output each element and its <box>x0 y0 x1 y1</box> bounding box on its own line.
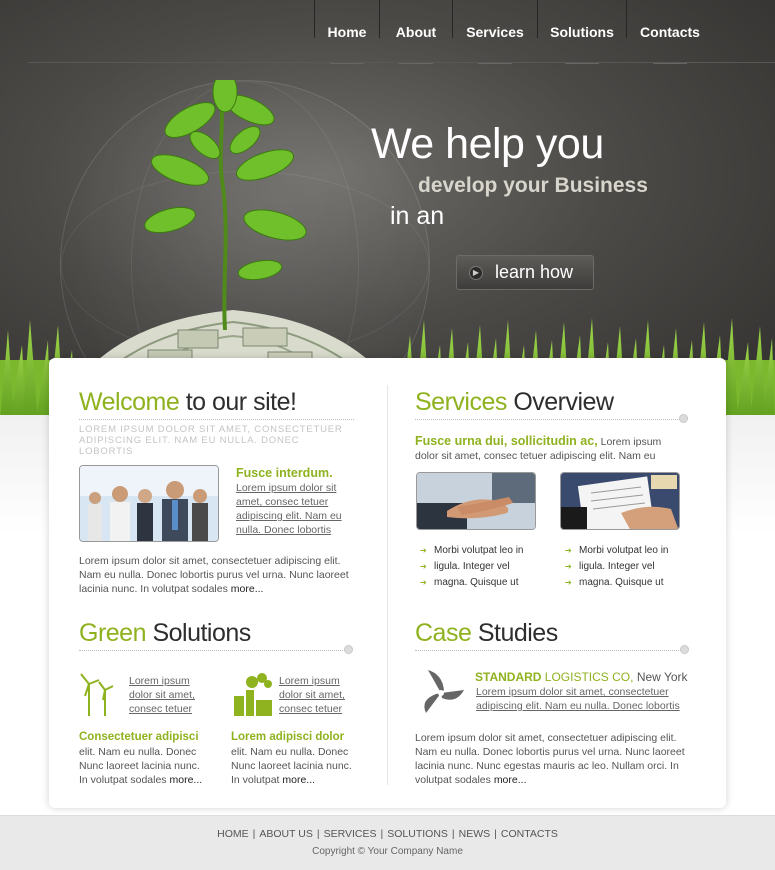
documents-photo <box>560 472 680 530</box>
list-item: Morbi volutpat leo in <box>420 543 524 559</box>
welcome-title: Welcome to our site! <box>79 388 297 417</box>
footer-separator: | <box>316 828 320 840</box>
welcome-body-text: Lorem ipsum dolor sit amet, consectetuer… <box>79 555 349 595</box>
green-item1-body: elit. Nam eu nulla. Donec Nunc laoreet l… <box>79 745 209 787</box>
business-people-image <box>80 466 218 541</box>
case-body-text: Lorem ipsum dolor sit amet, consectetuer… <box>415 732 685 786</box>
case-link[interactable]: Lorem ipsum dolor sit amet, consectetuer… <box>476 685 686 713</box>
footer: HOME | ABOUT US | SERVICES | SOLUTIONS | NEWS | CO… <box>0 815 775 870</box>
main-nav: Home About Services Solutions Contacts <box>314 0 713 64</box>
welcome-feature-link[interactable]: Lorem ipsum dolor sit amet, consec tetue… <box>236 481 351 537</box>
services-intro: Fusce urna dui, sollicitudin ac, Lorem i… <box>415 434 675 463</box>
learn-how-label: learn how <box>495 262 574 282</box>
nav-services[interactable]: Services <box>453 0 537 64</box>
footer-separator: | <box>380 828 384 840</box>
divider-end-dot <box>679 414 688 423</box>
hero-headline: We help you <box>371 120 604 168</box>
handshake-photo <box>416 472 536 530</box>
handshake-image <box>417 473 535 529</box>
services-divider <box>415 419 680 420</box>
welcome-divider <box>79 419 354 420</box>
case-studies-title-green: Case <box>415 619 472 647</box>
nav-about[interactable]: About <box>380 0 452 64</box>
welcome-more-link[interactable]: more... <box>231 583 264 595</box>
green-solutions-divider <box>79 650 349 651</box>
case-studies-divider <box>415 650 685 651</box>
services-list-right: Morbi volutpat leo in ligula. Integer ve… <box>565 543 669 591</box>
case-company-green: LOGISTICS CO, <box>544 670 634 684</box>
green-item1-more-link[interactable]: more... <box>169 774 202 786</box>
company-logo-icon <box>424 670 464 713</box>
footer-link-home[interactable]: HOME <box>217 828 249 840</box>
list-item: ligula. Integer vel <box>565 559 669 575</box>
nav-home[interactable]: Home <box>315 0 379 64</box>
case-studies-title-rest: Studies <box>477 619 558 647</box>
welcome-title-rest: to our site! <box>185 388 297 416</box>
services-title-green: Services <box>415 388 507 416</box>
green-item1-heading: Consectetuer adipisci <box>79 731 199 743</box>
business-people-photo <box>79 465 219 542</box>
case-more-link[interactable]: more... <box>494 774 527 786</box>
green-item2-body: elit. Nam eu nulla. Donec Nunc laoreet l… <box>231 745 357 787</box>
header-banner: Home About Services Solutions Contacts W… <box>0 0 775 415</box>
welcome-feature-heading: Fusce interdum. <box>236 466 333 480</box>
green-item2-link[interactable]: Lorem ipsum dolor sit amet, consec tetue… <box>279 674 349 716</box>
nav-contacts[interactable]: Contacts <box>627 0 713 64</box>
plant-sprout-graphic <box>144 80 307 330</box>
welcome-body: Lorem ipsum dolor sit amet, consectetuer… <box>79 554 354 596</box>
footer-nav: HOME | ABOUT US | SERVICES | SOLUTIONS | NEWS | CO… <box>0 828 775 840</box>
case-studies-title: Case Studies <box>415 619 558 648</box>
divider-end-dot <box>680 645 689 654</box>
nav-divider-line <box>28 62 775 63</box>
footer-separator: | <box>451 828 455 840</box>
footer-separator: | <box>494 828 497 840</box>
nav-solutions[interactable]: Solutions <box>538 0 626 64</box>
green-item1-link[interactable]: Lorem ipsum dolor sit amet, consec tetue… <box>129 674 199 716</box>
arrow-right-icon: ▶ <box>469 266 483 280</box>
learn-how-button[interactable]: ▶ learn how <box>456 255 594 290</box>
services-title-rest: Overview <box>513 388 614 416</box>
hero-subheadline: develop your Business <box>418 174 648 197</box>
case-company-bold: STANDARD <box>475 670 542 684</box>
footer-separator: | <box>252 828 256 840</box>
case-company-city: New York <box>636 670 688 684</box>
green-item2-heading: Lorem adipisci dolor <box>231 731 345 743</box>
wind-turbine-icon <box>80 673 114 716</box>
factory-icon <box>234 673 272 716</box>
copyright-text: Copyright © Your Company Name <box>312 846 463 857</box>
list-item: Morbi volutpat leo in <box>565 543 669 559</box>
services-list-left: Morbi volutpat leo in ligula. Integer ve… <box>420 543 524 591</box>
list-item: ligula. Integer vel <box>420 559 524 575</box>
welcome-title-green: Welcome <box>79 388 180 416</box>
footer-link-news[interactable]: NEWS <box>459 828 491 840</box>
services-title: Services Overview <box>415 388 614 417</box>
footer-link-solutions[interactable]: SOLUTIONS <box>387 828 448 840</box>
list-item: magna. Quisque ut <box>420 575 524 591</box>
footer-link-about[interactable]: ABOUT US <box>259 828 312 840</box>
list-item: magna. Quisque ut <box>565 575 669 591</box>
footer-link-services[interactable]: SERVICES <box>324 828 377 840</box>
green-item2-more-link[interactable]: more... <box>282 774 315 786</box>
footer-link-contacts[interactable]: CONTACTS <box>501 828 558 840</box>
services-intro-green: Fusce urna dui, sollicitudin ac, <box>415 434 598 448</box>
green-solutions-title-green: Green <box>79 619 146 647</box>
case-body: Lorem ipsum dolor sit amet, consectetuer… <box>415 731 685 787</box>
hero-tagline: in an <box>390 202 445 230</box>
green-solutions-title-rest: Solutions <box>152 619 251 647</box>
documents-image <box>561 473 679 529</box>
divider-end-dot <box>344 645 353 654</box>
case-company-line: STANDARD LOGISTICS CO, New York <box>475 670 688 684</box>
column-divider <box>387 385 388 785</box>
welcome-caps-text: LOREM IPSUM DOLOR SIT AMET, CONSECTETUER… <box>79 424 343 457</box>
green-solutions-title: Green Solutions <box>79 619 251 648</box>
